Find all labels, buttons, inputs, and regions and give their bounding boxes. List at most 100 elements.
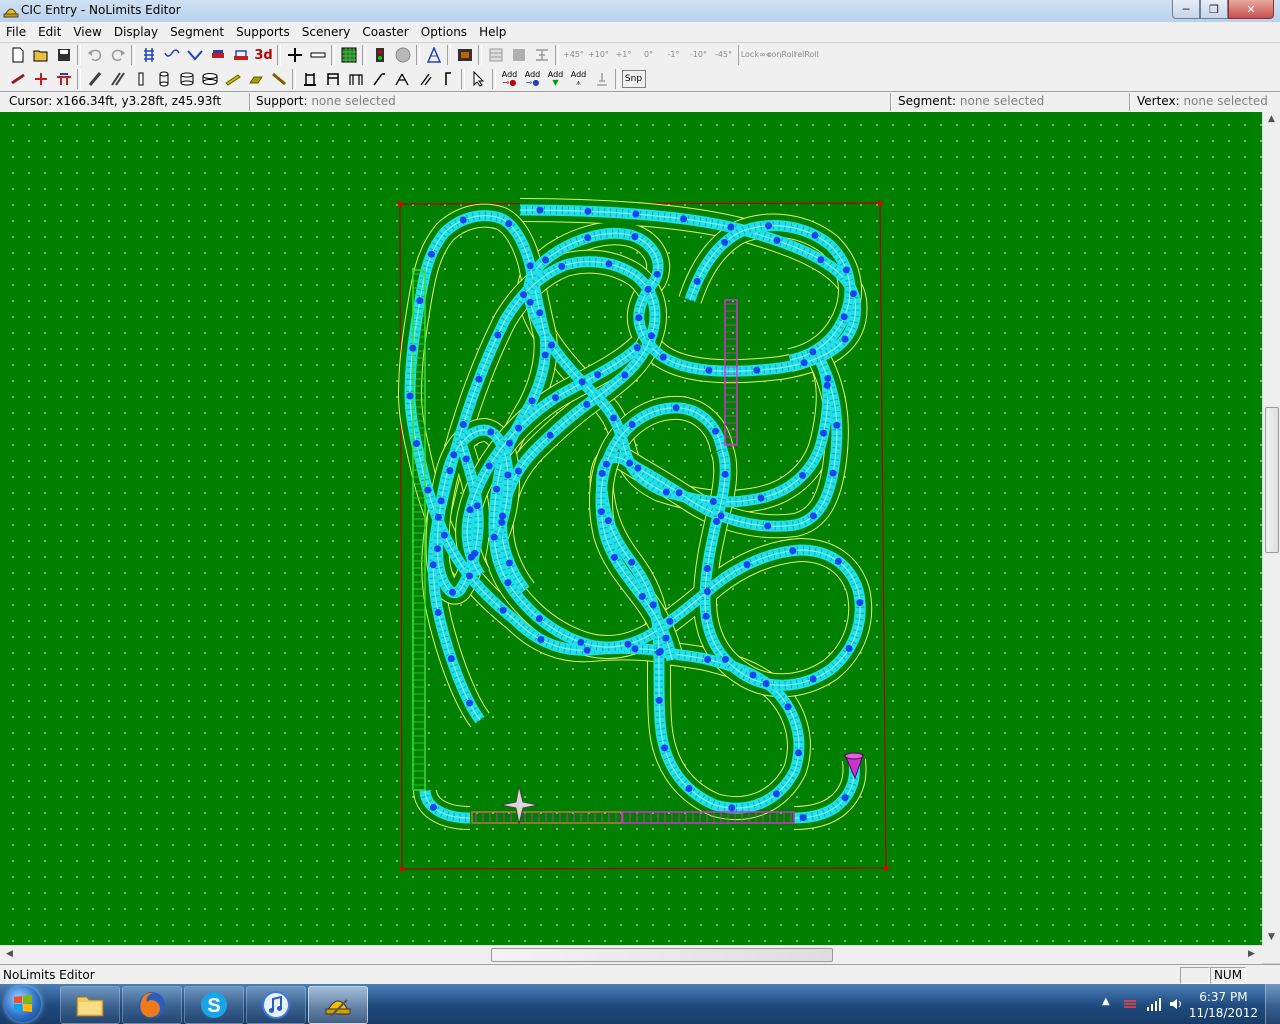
start-button[interactable]: [5, 986, 41, 1022]
track-vertex[interactable]: [466, 506, 474, 514]
add-support-red-button[interactable]: Add ⊸●: [499, 69, 521, 89]
track-vertex[interactable]: [409, 344, 417, 352]
traffic-light-icon[interactable]: [369, 45, 391, 65]
track-vertex[interactable]: [753, 366, 761, 374]
track-vertex[interactable]: [655, 696, 663, 704]
arch-icon[interactable]: [345, 69, 367, 89]
frame-icon[interactable]: [322, 69, 344, 89]
crosshair-icon[interactable]: [284, 45, 306, 65]
track-vertex[interactable]: [537, 636, 545, 643]
track-vertex[interactable]: [693, 277, 701, 285]
track-vertex[interactable]: [462, 455, 470, 463]
track-vertex[interactable]: [644, 285, 652, 293]
track-vertex[interactable]: [449, 588, 456, 596]
new-file-icon[interactable]: [7, 45, 29, 65]
track-vertex[interactable]: [638, 593, 646, 600]
track-vertex[interactable]: [546, 431, 554, 439]
track-vertex[interactable]: [487, 428, 495, 436]
menu-supports[interactable]: Supports: [230, 25, 296, 39]
track-vertex[interactable]: [829, 469, 837, 477]
track-vertex[interactable]: [541, 351, 549, 359]
support-double-icon[interactable]: [107, 69, 129, 89]
track-vertex[interactable]: [704, 656, 712, 663]
maximize-button[interactable]: ❐: [1200, 0, 1228, 19]
track-vertex[interactable]: [459, 421, 467, 428]
track-vertex[interactable]: [499, 606, 507, 614]
track-vertex[interactable]: [406, 392, 414, 400]
roll-minus10-button[interactable]: -10°: [687, 45, 711, 65]
track-vertex[interactable]: [505, 559, 513, 567]
track-vertex[interactable]: [784, 703, 792, 711]
double-slant-icon[interactable]: [391, 69, 413, 89]
track-vertex[interactable]: [656, 648, 664, 655]
track-vertex[interactable]: [597, 508, 605, 516]
track-vertex[interactable]: [809, 512, 817, 520]
menu-options[interactable]: Options: [415, 25, 473, 39]
train-icon[interactable]: [207, 45, 229, 65]
track-vertex[interactable]: [434, 609, 442, 616]
track-vertex[interactable]: [820, 429, 827, 437]
track-vertex[interactable]: [680, 215, 688, 223]
menu-coaster[interactable]: Coaster: [356, 25, 414, 39]
add-support-blue-button[interactable]: Add ⊸●: [522, 69, 544, 89]
tower-icon[interactable]: [423, 45, 445, 65]
track-vertex[interactable]: [467, 553, 475, 561]
track-vertex[interactable]: [429, 561, 437, 569]
add-support-gray-button[interactable]: Add ⩚: [568, 69, 590, 89]
support-rod-icon[interactable]: [268, 69, 290, 89]
track-vertex[interactable]: [416, 297, 424, 305]
track-vertex[interactable]: [536, 309, 544, 317]
track-vertex[interactable]: [773, 236, 781, 244]
track-vertex[interactable]: [450, 451, 458, 459]
track-vertex[interactable]: [413, 440, 420, 447]
track-vertex[interactable]: [845, 645, 853, 652]
catwalk-icon[interactable]: [299, 69, 321, 89]
show-desktop-button[interactable]: [1265, 984, 1280, 1024]
track-vertex[interactable]: [611, 553, 618, 561]
track-vertex[interactable]: [728, 804, 736, 812]
scroll-down-arrow-icon[interactable]: ▼: [1268, 932, 1275, 942]
taskbar-itunes[interactable]: [246, 986, 306, 1024]
segment-split-icon[interactable]: [7, 69, 29, 89]
track-vertex[interactable]: [526, 298, 534, 306]
tall-support-icon[interactable]: [437, 69, 459, 89]
roll-plus1-button[interactable]: +1°: [612, 45, 636, 65]
track-vertex[interactable]: [610, 414, 618, 422]
track-vertex[interactable]: [649, 601, 657, 609]
track-vertex[interactable]: [840, 313, 848, 321]
track-vertex[interactable]: [800, 359, 808, 367]
track-vertex[interactable]: [434, 513, 442, 521]
track-vertex[interactable]: [604, 517, 612, 525]
track-vertex[interactable]: [662, 488, 670, 496]
menu-file[interactable]: File: [0, 25, 32, 39]
track-vertex[interactable]: [429, 803, 437, 811]
roll-minus1-button[interactable]: -1°: [662, 45, 686, 65]
track-vertex[interactable]: [856, 599, 864, 607]
horizontal-scrollbar[interactable]: ◀ ▶: [0, 945, 1262, 964]
track-vertex[interactable]: [493, 485, 501, 493]
menu-edit[interactable]: Edit: [32, 25, 67, 39]
slant-support-icon[interactable]: [368, 69, 390, 89]
track-vertex[interactable]: [661, 744, 668, 752]
track-vertex[interactable]: [631, 233, 639, 241]
minus-segment-icon[interactable]: [307, 45, 329, 65]
track-vertex[interactable]: [515, 467, 522, 475]
track-vertex[interactable]: [428, 250, 435, 258]
track-vertex[interactable]: [594, 371, 602, 379]
track-vertex[interactable]: [795, 749, 803, 757]
track-vertex[interactable]: [494, 331, 502, 339]
snap-button[interactable]: Snp: [621, 70, 646, 88]
track-vertex[interactable]: [437, 497, 445, 505]
track-vertex[interactable]: [809, 675, 817, 683]
track-vertex[interactable]: [705, 366, 713, 374]
align-icon[interactable]: [531, 45, 553, 65]
track-vertex[interactable]: [466, 699, 474, 707]
track-vertex[interactable]: [762, 680, 770, 688]
track-vertex[interactable]: [743, 561, 751, 569]
track-vertex[interactable]: [626, 459, 634, 467]
track-vertex[interactable]: [583, 400, 591, 408]
track-vertex[interactable]: [833, 421, 841, 429]
taskbar-clock[interactable]: 6:37 PM 11/18/2012: [1189, 989, 1258, 1021]
grid-options-icon[interactable]: [485, 45, 507, 65]
track-vertex[interactable]: [633, 344, 641, 352]
